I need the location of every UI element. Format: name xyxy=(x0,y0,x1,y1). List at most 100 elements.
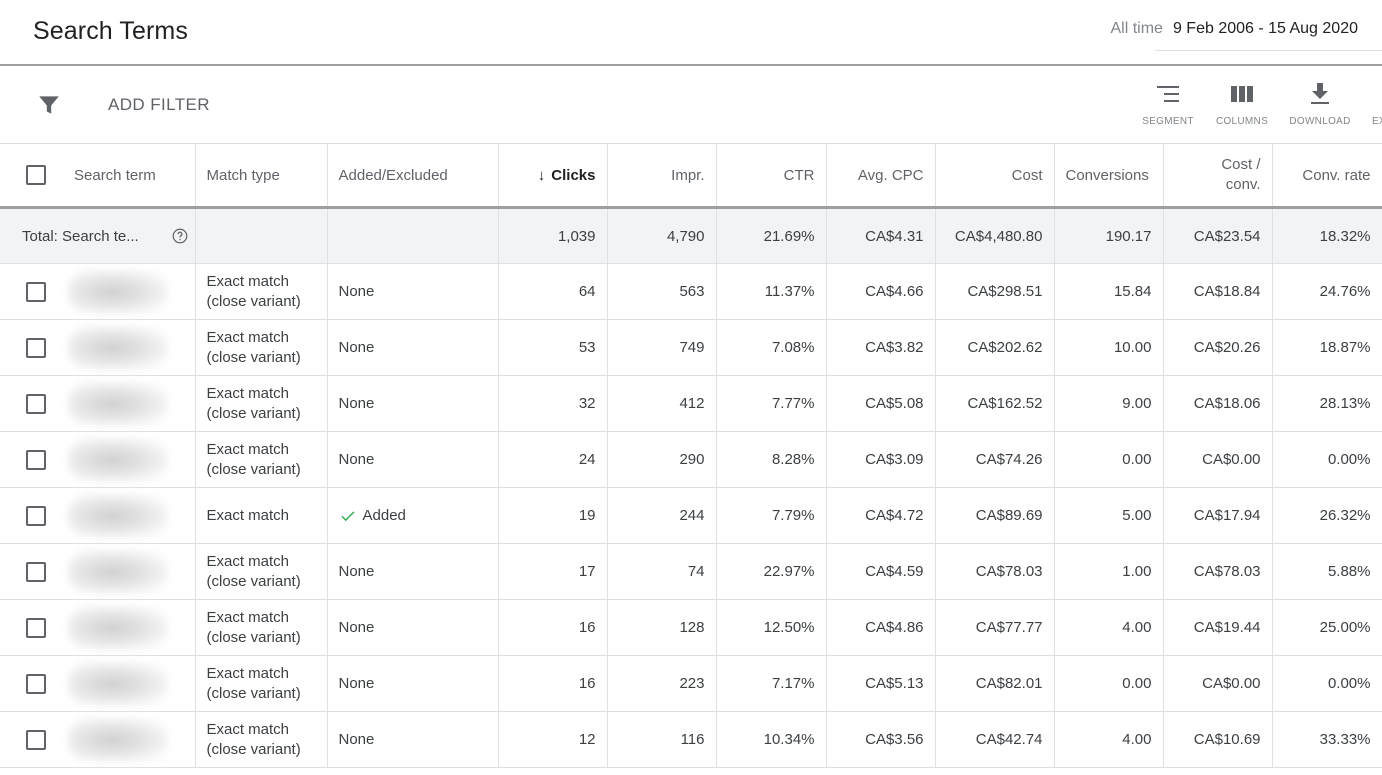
column-header-clicks[interactable]: ↓ Clicks xyxy=(498,143,608,209)
table-row[interactable]: Exact match (close variant) None 16 223 … xyxy=(0,655,1382,712)
column-header-cost[interactable]: Cost xyxy=(935,143,1055,209)
row-checkbox[interactable] xyxy=(26,729,46,750)
table-row[interactable]: Exact match (close variant) None 64 563 … xyxy=(0,263,1382,320)
help-icon[interactable] xyxy=(171,227,189,245)
search-term-blurred[interactable] xyxy=(68,605,168,650)
column-header-cost-conv[interactable]: Cost / conv. xyxy=(1163,143,1273,209)
impr-cell: 128 xyxy=(607,599,717,656)
conversions-cell: 4.00 xyxy=(1054,711,1164,768)
table-row[interactable]: Exact match (close variant) None 16 128 … xyxy=(0,599,1382,656)
cost-conv-header-label: Cost / conv. xyxy=(1221,156,1261,193)
table-row[interactable]: Exact match (close variant) None 17 74 2… xyxy=(0,543,1382,600)
conv-rate-cell: 0.00% xyxy=(1272,431,1382,488)
expand-label: EXPAND xyxy=(1372,116,1382,127)
segment-button[interactable]: SEGMENT xyxy=(1133,80,1203,127)
search-term-blurred[interactable] xyxy=(68,717,168,762)
search-term-cell xyxy=(0,263,196,320)
added-excluded-cell: None xyxy=(327,375,499,432)
column-header-avg-cpc[interactable]: Avg. CPC xyxy=(826,143,936,209)
row-checkbox[interactable] xyxy=(26,505,46,526)
column-header-impr[interactable]: Impr. xyxy=(607,143,717,209)
column-header-ctr[interactable]: CTR xyxy=(716,143,827,209)
avg-cpc-cell: CA$3.09 xyxy=(826,431,936,488)
added-excluded-cell: None xyxy=(327,431,499,488)
clicks-cell: 19 xyxy=(498,487,608,544)
expand-button[interactable]: EXPAND xyxy=(1372,80,1382,127)
search-term-blurred[interactable] xyxy=(68,437,168,482)
impr-cell: 563 xyxy=(607,263,717,320)
row-checkbox[interactable] xyxy=(26,337,46,358)
avg-cpc-cell: CA$4.86 xyxy=(826,599,936,656)
date-preset[interactable]: All time xyxy=(1111,20,1163,38)
total-ctr: 21.69% xyxy=(716,207,827,264)
search-term-cell xyxy=(0,375,196,432)
date-range-underline xyxy=(1155,50,1382,51)
impr-cell: 74 xyxy=(607,543,717,600)
cost-cell: CA$42.74 xyxy=(935,711,1055,768)
match-type-cell: Exact match (close variant) xyxy=(195,431,328,488)
impr-cell: 290 xyxy=(607,431,717,488)
column-header-added-excluded[interactable]: Added/Excluded xyxy=(327,143,499,209)
row-checkbox[interactable] xyxy=(26,393,46,414)
row-checkbox[interactable] xyxy=(26,561,46,582)
download-button[interactable]: DOWNLOAD xyxy=(1285,80,1355,127)
search-term-blurred[interactable] xyxy=(68,381,168,426)
column-header-conv-rate[interactable]: Conv. rate xyxy=(1272,143,1382,209)
search-term-cell xyxy=(0,431,196,488)
search-term-blurred[interactable] xyxy=(68,325,168,370)
added-excluded-cell: None xyxy=(327,599,499,656)
cost-cell: CA$202.62 xyxy=(935,319,1055,376)
page-title: Search Terms xyxy=(33,17,188,45)
date-range-value[interactable]: 9 Feb 2006 - 15 Aug 2020 xyxy=(1173,20,1358,38)
impr-cell: 412 xyxy=(607,375,717,432)
cost-conv-cell: CA$0.00 xyxy=(1163,655,1273,712)
column-header-conversions[interactable]: Conversions xyxy=(1054,143,1164,209)
table-row[interactable]: Exact match (close variant) None 32 412 … xyxy=(0,375,1382,432)
search-term-blurred[interactable] xyxy=(68,493,168,538)
total-label-cell: Total: Search te... xyxy=(0,207,196,264)
search-terms-table: Search term Match type Added/Excluded ↓ C… xyxy=(0,143,1382,768)
total-conversions: 190.17 xyxy=(1054,207,1164,264)
conv-rate-cell: 25.00% xyxy=(1272,599,1382,656)
checkmark-icon xyxy=(340,510,355,521)
search-term-blurred[interactable] xyxy=(68,269,168,314)
total-cost: CA$4,480.80 xyxy=(935,207,1055,264)
search-term-blurred[interactable] xyxy=(68,549,168,594)
row-checkbox[interactable] xyxy=(26,617,46,638)
conversions-cell: 5.00 xyxy=(1054,487,1164,544)
table-row[interactable]: Exact match (close variant) None 53 749 … xyxy=(0,319,1382,376)
table-row[interactable]: Exact match (close variant) None 12 116 … xyxy=(0,711,1382,768)
select-all-checkbox[interactable] xyxy=(26,165,46,185)
total-conv-rate: 18.32% xyxy=(1272,207,1382,264)
conversions-cell: 9.00 xyxy=(1054,375,1164,432)
search-term-cell xyxy=(0,599,196,656)
add-filter-button[interactable]: ADD FILTER xyxy=(108,95,210,115)
conversions-cell: 4.00 xyxy=(1054,599,1164,656)
clicks-cell: 12 xyxy=(498,711,608,768)
page-header: Search Terms All time 9 Feb 2006 - 15 Au… xyxy=(0,0,1382,66)
total-added-excluded xyxy=(327,207,499,264)
ctr-cell: 12.50% xyxy=(716,599,827,656)
impr-cell: 244 xyxy=(607,487,717,544)
cost-conv-cell: CA$18.06 xyxy=(1163,375,1273,432)
match-type-cell: Exact match (close variant) xyxy=(195,263,328,320)
search-term-blurred[interactable] xyxy=(68,661,168,706)
conv-rate-cell: 26.32% xyxy=(1272,487,1382,544)
conv-rate-cell: 0.00% xyxy=(1272,655,1382,712)
total-clicks: 1,039 xyxy=(498,207,608,264)
column-header-match-type[interactable]: Match type xyxy=(195,143,328,209)
table-row[interactable]: Exact match (close variant) None 24 290 … xyxy=(0,431,1382,488)
impr-cell: 749 xyxy=(607,319,717,376)
clicks-header-label: Clicks xyxy=(551,166,596,184)
total-impr: 4,790 xyxy=(607,207,717,264)
table-row[interactable]: Exact match Added 19 244 7.79% CA$4.72 C… xyxy=(0,487,1382,544)
added-label: Added xyxy=(362,507,406,524)
filter-funnel-icon[interactable] xyxy=(36,92,62,118)
columns-button[interactable]: COLUMNS xyxy=(1207,80,1277,127)
row-checkbox[interactable] xyxy=(26,673,46,694)
row-checkbox[interactable] xyxy=(26,281,46,302)
row-checkbox[interactable] xyxy=(26,449,46,470)
added-excluded-cell: None xyxy=(327,543,499,600)
date-range-picker[interactable]: All time 9 Feb 2006 - 15 Aug 2020 xyxy=(1111,20,1359,38)
column-header-search-term[interactable]: Search term xyxy=(0,143,196,209)
